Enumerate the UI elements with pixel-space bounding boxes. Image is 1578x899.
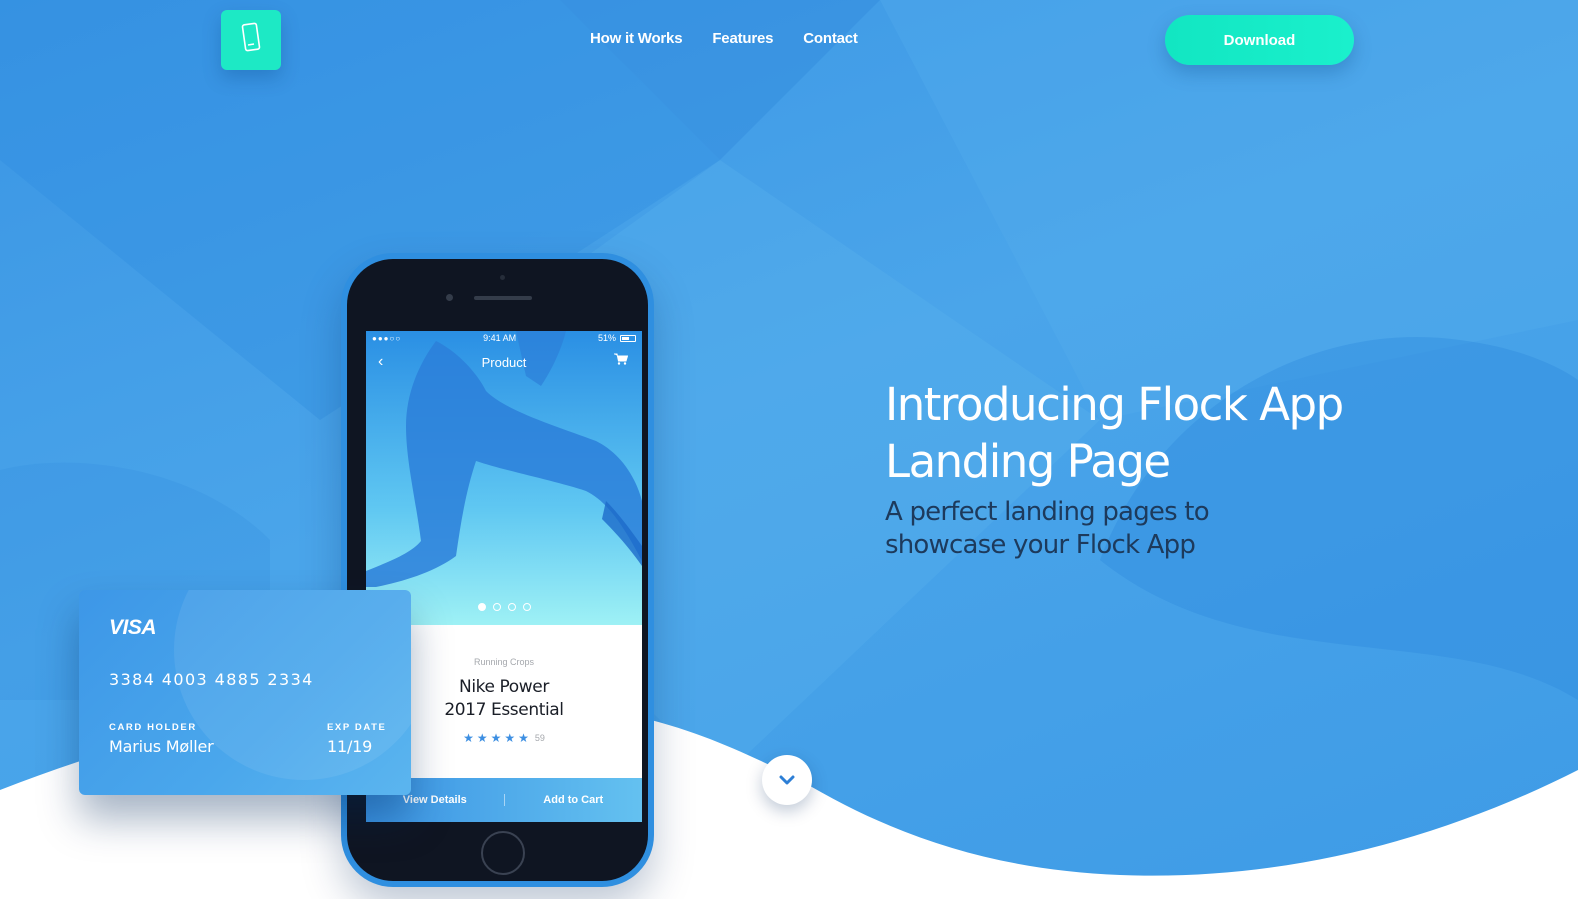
hero-title: Introducing Flock App Landing Page bbox=[885, 378, 1344, 488]
add-to-cart-button[interactable]: Add to Cart bbox=[505, 794, 643, 806]
star-icon: ★ bbox=[476, 731, 488, 745]
signal-indicator: ●●●○○ bbox=[372, 333, 402, 343]
card-holder-label: CARD HOLDER bbox=[109, 722, 197, 733]
star-icon: ★ bbox=[504, 731, 516, 745]
exp-date-label: EXP DATE bbox=[327, 722, 387, 733]
download-button[interactable]: Download bbox=[1165, 15, 1354, 65]
cart-icon[interactable] bbox=[614, 353, 629, 368]
rating-count: 59 bbox=[534, 733, 545, 743]
exp-date-value: 11/19 bbox=[327, 737, 373, 756]
chevron-down-icon bbox=[779, 773, 795, 788]
nav-link-contact[interactable]: Contact bbox=[803, 30, 858, 47]
hero-subtitle: A perfect landing pages to showcase your… bbox=[885, 497, 1210, 560]
pager-dot[interactable] bbox=[523, 603, 531, 611]
star-icon: ★ bbox=[490, 731, 502, 745]
view-details-button[interactable]: View Details bbox=[366, 794, 504, 806]
smartphone-icon bbox=[240, 22, 262, 59]
pager-dot[interactable] bbox=[493, 603, 501, 611]
status-time: 9:41 AM bbox=[483, 333, 517, 343]
visa-logo: VISA bbox=[109, 616, 157, 639]
phone-speaker bbox=[474, 296, 532, 300]
pager-dot[interactable] bbox=[508, 603, 516, 611]
battery-icon bbox=[620, 334, 636, 342]
card-number: 3384 4003 4885 2334 bbox=[109, 670, 314, 689]
pager-dot[interactable] bbox=[478, 603, 486, 611]
main-nav: How it Works Features Contact bbox=[590, 30, 858, 47]
runner-illustration bbox=[366, 331, 642, 587]
battery-percent: 51% bbox=[597, 333, 616, 343]
scroll-down-button[interactable] bbox=[762, 755, 812, 805]
phone-sensor bbox=[500, 275, 505, 280]
screen-title: Product bbox=[481, 354, 527, 370]
credit-card: VISA 3384 4003 4885 2334 CARD HOLDER Mar… bbox=[79, 590, 411, 795]
chevron-left-icon[interactable]: ‹ bbox=[378, 353, 383, 371]
app-bar: ‹ Product bbox=[366, 351, 642, 373]
product-image: ●●●○○ 9:41 AM 51% ‹ Product bbox=[366, 331, 642, 625]
status-battery: 51% bbox=[598, 333, 636, 343]
nav-link-how-it-works[interactable]: How it Works bbox=[590, 30, 683, 47]
card-holder-name: Marius Møller bbox=[109, 737, 214, 756]
app-logo[interactable] bbox=[221, 10, 281, 70]
star-icon: ★ bbox=[463, 731, 474, 745]
star-icon: ★ bbox=[518, 731, 529, 745]
phone-home-button bbox=[481, 831, 525, 875]
phone-camera bbox=[446, 294, 453, 301]
status-bar: ●●●○○ 9:41 AM 51% bbox=[366, 331, 642, 345]
image-pager bbox=[478, 603, 531, 611]
nav-link-features[interactable]: Features bbox=[712, 30, 773, 47]
